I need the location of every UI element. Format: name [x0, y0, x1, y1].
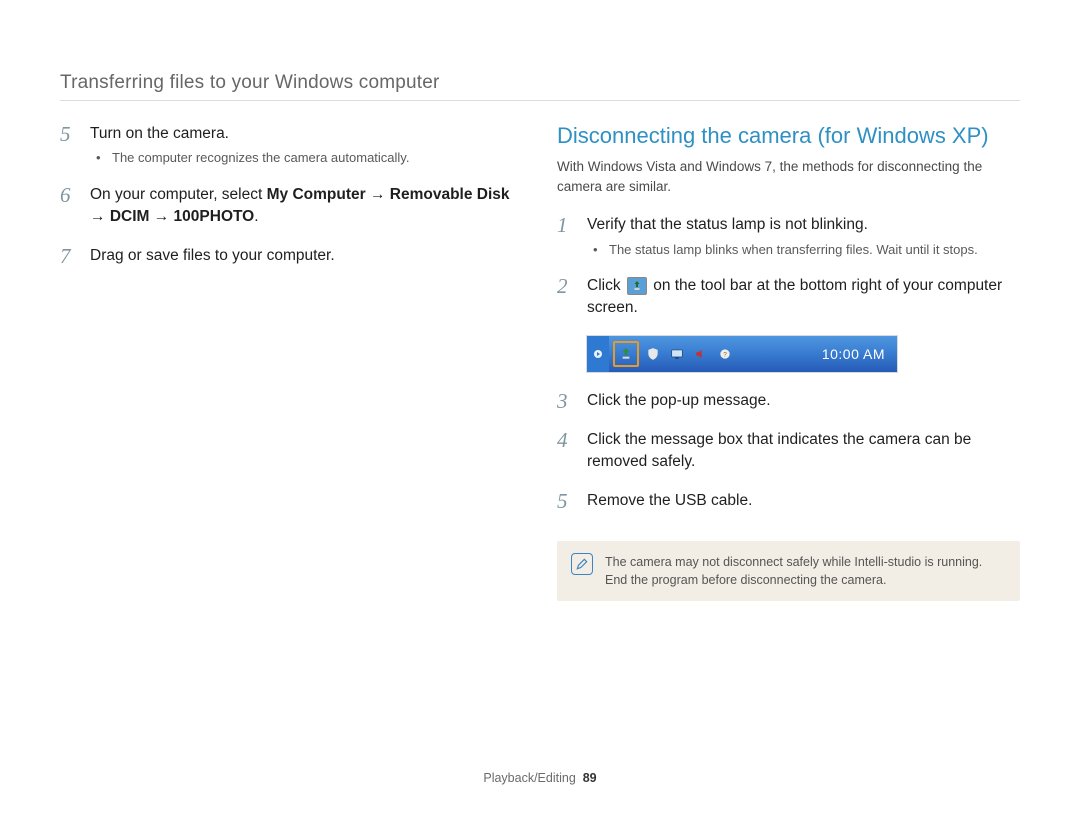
footer-section: Playback/Editing	[483, 771, 575, 785]
step-number: 7	[60, 245, 78, 268]
step-5-bullet: • The computer recognizes the camera aut…	[96, 149, 523, 167]
step-number: 5	[557, 490, 575, 513]
shield-tray-icon	[643, 344, 663, 364]
manual-page: Transferring files to your Windows compu…	[0, 0, 1080, 815]
step-number: 2	[557, 275, 575, 298]
step-6-part: On your computer, select	[90, 186, 267, 203]
bullet-text: The status lamp blinks when transferring…	[609, 241, 978, 259]
section-intro: With Windows Vista and Windows 7, the me…	[557, 157, 1020, 196]
footer-page-number: 89	[583, 771, 597, 785]
arrow: →	[149, 208, 173, 225]
right-step-5: 5 Remove the USB cable.	[557, 490, 1020, 513]
bullet-text: The computer recognizes the camera autom…	[112, 149, 409, 167]
right-step-1-bullet: • The status lamp blinks when transferri…	[593, 241, 1020, 259]
step-6-bold: DCIM	[110, 208, 150, 225]
note-text: The camera may not disconnect safely whi…	[605, 553, 1006, 589]
step-number: 3	[557, 390, 575, 413]
step-text: Remove the USB cable.	[587, 490, 1020, 512]
highlighted-tray-icon	[613, 341, 639, 367]
step-text: Click the pop-up message.	[587, 390, 1020, 412]
tray-expand-icon	[587, 336, 609, 372]
step-number: 1	[557, 214, 575, 237]
help-tray-icon: ?	[715, 344, 735, 364]
taskbar-clock: 10:00 AM	[810, 346, 897, 362]
step-2-pre: Click	[587, 277, 625, 294]
step-body: On your computer, select My Computer → R…	[90, 184, 523, 229]
arrow: →	[366, 186, 390, 203]
step-6: 6 On your computer, select My Computer →…	[60, 184, 523, 229]
step-number: 6	[60, 184, 78, 207]
step-6-bold: My Computer	[267, 186, 366, 203]
step-body: Verify that the status lamp is not blink…	[587, 214, 1020, 259]
safely-remove-tray-icon	[616, 344, 636, 364]
bullet-dot: •	[593, 241, 601, 259]
right-step-4: 4 Click the message box that indicates t…	[557, 429, 1020, 474]
right-column: Disconnecting the camera (for Windows XP…	[557, 123, 1020, 601]
step-text: Verify that the status lamp is not blink…	[587, 214, 1020, 236]
right-step-3: 3 Click the pop-up message.	[557, 390, 1020, 413]
note-box: The camera may not disconnect safely whi…	[557, 541, 1020, 601]
right-step-1: 1 Verify that the status lamp is not bli…	[557, 214, 1020, 259]
step-text: Click the message box that indicates the…	[587, 429, 1020, 474]
step-6-bold: Removable Disk	[390, 186, 510, 203]
step-text: Turn on the camera.	[90, 123, 523, 145]
step-2-post: on the tool bar at the bottom right of y…	[587, 277, 1002, 316]
usb-eject-icon	[631, 280, 643, 292]
page-title: Transferring files to your Windows compu…	[60, 72, 1020, 101]
step-7: 7 Drag or save files to your computer.	[60, 245, 523, 268]
step-6-bold: 100PHOTO	[174, 208, 255, 225]
note-icon	[571, 553, 593, 575]
step-5: 5 Turn on the camera. • The computer rec…	[60, 123, 523, 168]
section-heading: Disconnecting the camera (for Windows XP…	[557, 123, 1020, 149]
step-number: 5	[60, 123, 78, 146]
left-column: 5 Turn on the camera. • The computer rec…	[60, 123, 523, 601]
volume-tray-icon	[691, 344, 711, 364]
step-text: Drag or save files to your computer.	[90, 245, 523, 267]
xp-taskbar-illustration: ? 10:00 AM	[587, 336, 897, 372]
bullet-dot: •	[96, 149, 104, 167]
safely-remove-icon	[627, 277, 647, 295]
content-columns: 5 Turn on the camera. • The computer rec…	[60, 123, 1020, 601]
step-6-part: .	[254, 208, 258, 225]
svg-text:?: ?	[723, 351, 727, 358]
step-number: 4	[557, 429, 575, 452]
monitor-tray-icon	[667, 344, 687, 364]
arrow: →	[90, 208, 110, 225]
system-tray: ?	[609, 341, 735, 367]
step-body: Click on the tool bar at the bottom righ…	[587, 275, 1020, 320]
step-body: Turn on the camera. • The computer recog…	[90, 123, 523, 168]
page-footer: Playback/Editing 89	[0, 771, 1080, 785]
right-step-2: 2 Click on the tool bar at the bottom ri…	[557, 275, 1020, 320]
